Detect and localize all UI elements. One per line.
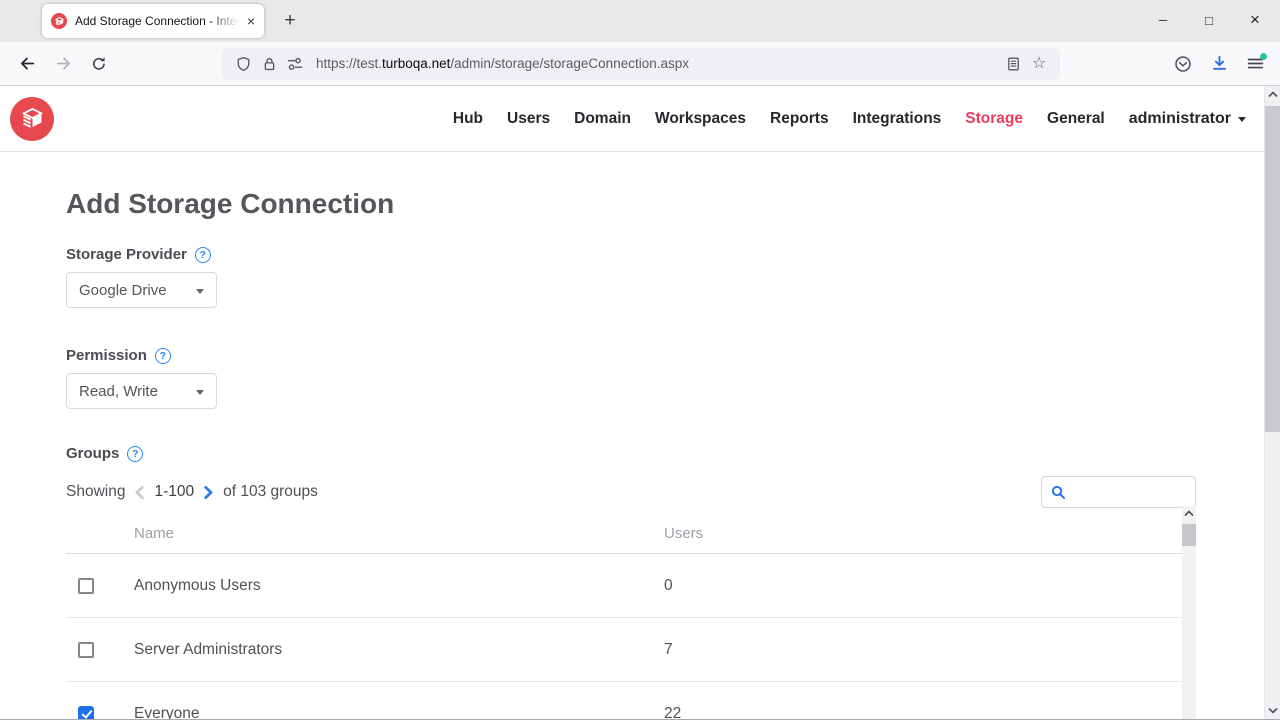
- pagination-suffix: of 103 groups: [223, 483, 318, 500]
- tab-title: Add Storage Connection - Integ: [75, 14, 243, 28]
- url-scheme: https://test.: [316, 56, 383, 71]
- window-controls: ─ □ ×: [1140, 0, 1278, 40]
- table-row: Anonymous Users 0: [66, 554, 1196, 618]
- storage-provider-value: Google Drive: [79, 281, 167, 299]
- lock-icon[interactable]: [256, 51, 282, 77]
- tab-close-icon[interactable]: ×: [247, 13, 255, 29]
- nav-item-integrations[interactable]: Integrations: [853, 110, 942, 128]
- nav-item-storage[interactable]: Storage: [965, 110, 1023, 128]
- forward-icon[interactable]: [48, 49, 78, 79]
- url-text[interactable]: https://test.turboqa.net/admin/storage/s…: [316, 56, 1000, 71]
- scrollbar-thumb[interactable]: [1182, 524, 1196, 546]
- pagination-prev-icon: [133, 485, 146, 500]
- group-users: 22: [664, 704, 682, 720]
- table-row: Server Administrators 7: [66, 618, 1196, 682]
- column-users: Users: [664, 525, 704, 542]
- groups-list-bar: Showing 1-100 of 103 groups: [66, 476, 1196, 508]
- help-icon[interactable]: ?: [154, 347, 171, 364]
- groups-label: Groups ?: [66, 445, 1196, 462]
- new-tab-button[interactable]: +: [276, 8, 304, 34]
- menu-notification-dot: [1260, 52, 1267, 60]
- nav-item-users[interactable]: Users: [507, 110, 550, 128]
- reload-icon[interactable]: [84, 49, 114, 79]
- main-content: Add Storage Connection Storage Provider …: [0, 188, 1280, 719]
- downloads-icon[interactable]: [1204, 49, 1234, 79]
- toolbar-right-icons: [1168, 49, 1270, 79]
- groups-table: Name Users Anonymous Users 0 Server Admi…: [66, 514, 1196, 719]
- group-checkbox[interactable]: [78, 641, 94, 658]
- table-header: Name Users: [66, 514, 1196, 554]
- url-domain: turboqa.net: [382, 56, 451, 71]
- url-bar[interactable]: https://test.turboqa.net/admin/storage/s…: [222, 47, 1060, 80]
- table-row: Everyone 22: [66, 682, 1196, 719]
- group-name: Server Administrators: [134, 640, 283, 658]
- groups-label-text: Groups: [66, 445, 120, 462]
- site-favicon-icon: [51, 13, 67, 29]
- scrollbar-thumb[interactable]: [1265, 106, 1280, 432]
- storage-provider-label: Storage Provider ?: [66, 246, 1196, 263]
- pocket-icon[interactable]: [1168, 49, 1198, 79]
- chevron-down-icon: [196, 289, 204, 294]
- page-scrollbar[interactable]: [1264, 86, 1280, 719]
- help-icon[interactable]: ?: [194, 246, 211, 263]
- chevron-down-icon: [196, 390, 204, 395]
- nav-item-reports[interactable]: Reports: [770, 110, 829, 128]
- menu-icon[interactable]: [1240, 49, 1270, 79]
- chevron-down-icon: [1238, 117, 1246, 122]
- permission-label-text: Permission: [66, 347, 147, 364]
- shield-icon[interactable]: [230, 51, 256, 77]
- table-scrollbar[interactable]: [1182, 506, 1196, 719]
- browser-window: Add Storage Connection - Integ × + ─ □ ×: [0, 0, 1280, 720]
- storage-provider-select[interactable]: Google Drive: [66, 272, 217, 308]
- column-name: Name: [134, 525, 175, 542]
- app-logo-icon[interactable]: [10, 96, 54, 141]
- user-menu[interactable]: administrator: [1129, 110, 1246, 128]
- pagination-next-icon[interactable]: [202, 485, 215, 500]
- group-name: Everyone: [134, 704, 200, 720]
- nav-item-general[interactable]: General: [1047, 110, 1105, 128]
- back-icon[interactable]: [12, 49, 42, 79]
- maximize-button[interactable]: □: [1186, 0, 1232, 40]
- group-checkbox[interactable]: [78, 577, 94, 594]
- permission-label: Permission ?: [66, 347, 1196, 364]
- storage-provider-label-text: Storage Provider: [66, 246, 187, 263]
- browser-tab[interactable]: Add Storage Connection - Integ ×: [42, 4, 264, 38]
- permission-select[interactable]: Read, Write: [66, 373, 217, 409]
- group-search: [1041, 476, 1196, 508]
- page-title: Add Storage Connection: [66, 188, 395, 219]
- help-icon[interactable]: ?: [127, 445, 144, 462]
- scroll-up-icon[interactable]: [1265, 86, 1280, 103]
- page-viewport: Hub Users Domain Workspaces Reports Inte…: [0, 86, 1280, 719]
- browser-toolbar: https://test.turboqa.net/admin/storage/s…: [0, 42, 1280, 86]
- reader-mode-icon[interactable]: [1000, 51, 1026, 77]
- permissions-icon[interactable]: [282, 51, 308, 77]
- minimize-button[interactable]: ─: [1140, 0, 1186, 40]
- scroll-up-icon[interactable]: [1182, 506, 1196, 521]
- search-input[interactable]: [1072, 484, 1186, 500]
- site-header: Hub Users Domain Workspaces Reports Inte…: [0, 86, 1280, 152]
- group-checkbox[interactable]: [78, 705, 94, 719]
- user-menu-label: administrator: [1128, 109, 1231, 127]
- group-name: Anonymous Users: [134, 576, 261, 594]
- nav-item-workspaces[interactable]: Workspaces: [655, 110, 746, 128]
- pagination: Showing 1-100 of 103 groups: [66, 483, 318, 501]
- group-users: 7: [664, 640, 673, 658]
- main-nav: Hub Users Domain Workspaces Reports Inte…: [453, 110, 1246, 128]
- scroll-down-icon[interactable]: [1265, 702, 1280, 719]
- nav-item-domain[interactable]: Domain: [574, 110, 631, 128]
- url-path: /admin/storage/storageConnection.aspx: [450, 56, 689, 71]
- tab-bar: Add Storage Connection - Integ × + ─ □ ×: [0, 0, 1280, 42]
- close-button[interactable]: ×: [1232, 0, 1278, 40]
- group-users: 0: [664, 576, 673, 594]
- permission-value: Read, Write: [79, 382, 158, 400]
- pagination-prefix: Showing: [66, 483, 126, 500]
- search-icon: [1051, 485, 1066, 499]
- bookmark-star-icon[interactable]: ☆: [1026, 51, 1052, 77]
- pagination-range: 1-100: [154, 483, 195, 500]
- nav-item-hub[interactable]: Hub: [453, 110, 483, 128]
